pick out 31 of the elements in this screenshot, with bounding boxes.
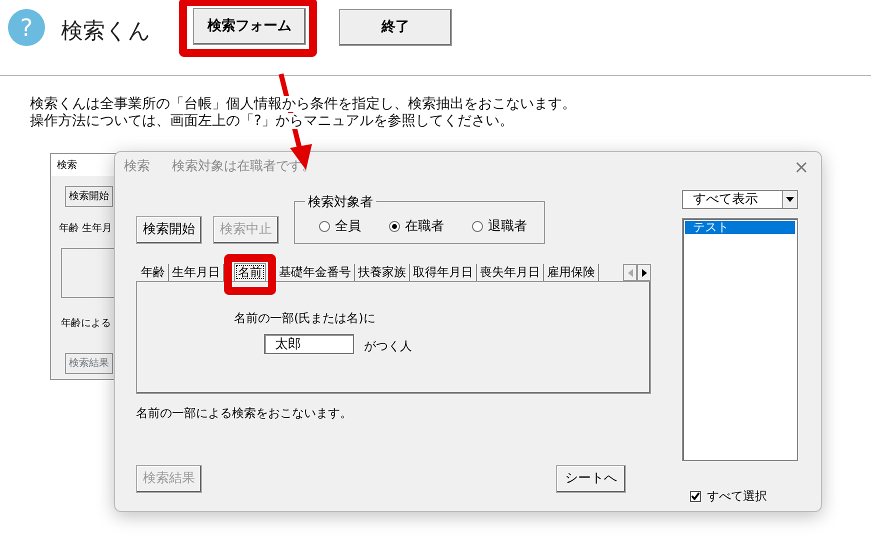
radio-label: 全員 bbox=[335, 218, 361, 236]
name-input[interactable]: 太郎 bbox=[264, 334, 354, 354]
close-button[interactable]: × bbox=[788, 152, 815, 182]
radio-label: 退職者 bbox=[488, 218, 527, 236]
checkbox-label: すべて選択 bbox=[707, 488, 767, 505]
tab[interactable]: 基礎年金番号 bbox=[276, 264, 355, 281]
dialog-title: 検索 bbox=[124, 158, 150, 176]
app-title: 検索くん bbox=[61, 18, 151, 46]
result-button[interactable]: 検索結果 bbox=[65, 353, 113, 374]
list-item[interactable]: テスト bbox=[685, 221, 795, 234]
prompt-label: 名前の一部(氏または名)に bbox=[234, 310, 376, 327]
start-button[interactable]: 検索開始 bbox=[136, 216, 202, 244]
filter-dropdown[interactable]: すべて表示 bbox=[682, 190, 798, 209]
tab[interactable]: 雇用保険 bbox=[544, 264, 599, 281]
status-text: 名前の一部による検索をおこないます。 bbox=[136, 406, 352, 420]
tab[interactable]: 取得年月日 bbox=[410, 264, 477, 281]
tab[interactable]: 年齢 bbox=[59, 221, 79, 236]
tab[interactable]: 年齢 bbox=[138, 264, 169, 281]
sheet-button[interactable]: シートへ bbox=[556, 465, 626, 493]
tab[interactable]: 生年月日 bbox=[169, 264, 224, 281]
tab[interactable]: 生年月 bbox=[82, 221, 112, 236]
window-title: 検索 bbox=[51, 154, 115, 176]
start-button[interactable]: 検索開始 bbox=[65, 186, 113, 207]
header-button[interactable]: 終了 bbox=[339, 9, 452, 46]
suffix-label: がつく人 bbox=[364, 338, 412, 355]
radio-label: 在職者 bbox=[405, 218, 444, 236]
header-button[interactable]: 検索フォーム bbox=[193, 8, 306, 45]
status-text: 年齢による bbox=[61, 318, 111, 329]
tab[interactable]: 扶養家族 bbox=[355, 264, 410, 281]
tab[interactable]: 名前 bbox=[234, 263, 266, 281]
tab[interactable]: 喪失年月日 bbox=[477, 264, 544, 281]
